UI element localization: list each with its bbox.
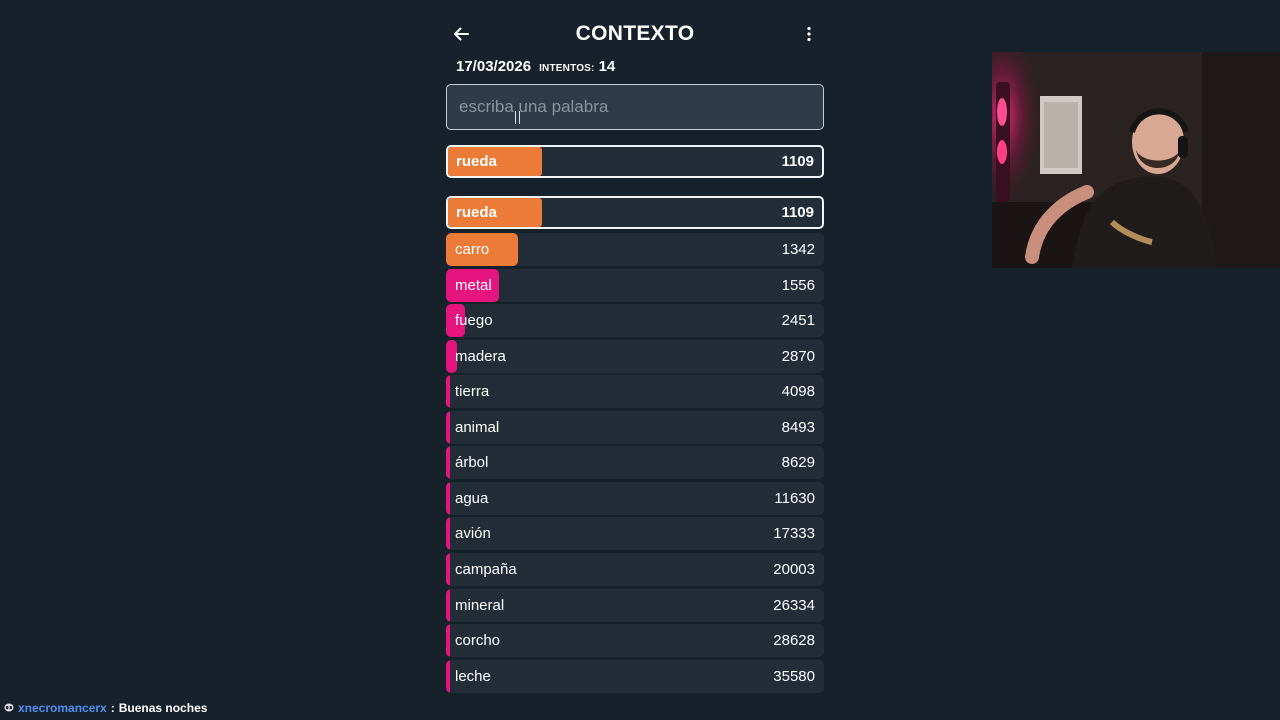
guess-row[interactable]: mineral 26334 <box>446 589 824 622</box>
proximity-bar <box>446 411 450 444</box>
guess-row[interactable]: corcho 28628 <box>446 624 824 657</box>
guess-rank: 8629 <box>781 454 815 471</box>
alien-badge-icon <box>4 703 14 712</box>
attempts-count: 14 <box>598 58 616 75</box>
kebab-menu-icon <box>807 26 811 42</box>
last-guess-rank: 1109 <box>781 153 814 170</box>
proximity-bar <box>446 553 450 586</box>
proximity-bar <box>446 660 450 693</box>
word-input[interactable] <box>446 84 824 130</box>
proximity-bar <box>446 589 450 622</box>
game-meta: 17/03/2026 INTENTOS: 14 <box>456 58 615 75</box>
guess-word: agua <box>455 490 489 507</box>
menu-button[interactable] <box>794 18 824 50</box>
guess-row[interactable]: animal 8493 <box>446 411 824 444</box>
guess-rank: 11630 <box>774 490 815 507</box>
last-guess-row[interactable]: rueda 1109 <box>446 145 824 178</box>
guess-word: leche <box>455 668 491 685</box>
guess-rank: 1342 <box>781 241 815 258</box>
guess-rank: 8493 <box>781 419 815 436</box>
proximity-bar <box>446 517 450 550</box>
guess-word: árbol <box>455 454 489 471</box>
attempts-label: INTENTOS: <box>539 63 595 74</box>
chat-separator: : <box>110 701 115 715</box>
webcam-feed <box>992 52 1280 268</box>
arrow-left-icon <box>454 27 469 41</box>
guess-row[interactable]: leche 35580 <box>446 660 824 693</box>
game-header: CONTEXTO <box>446 18 824 50</box>
proximity-bar <box>446 624 450 657</box>
game-date: 17/03/2026 <box>456 58 532 75</box>
guess-row[interactable]: árbol 8629 <box>446 446 824 479</box>
guess-rank: 2451 <box>781 312 815 329</box>
guess-word: madera <box>455 348 506 365</box>
guess-rank: 17333 <box>773 525 815 542</box>
guess-word: tierra <box>455 383 490 400</box>
guess-word: animal <box>455 419 500 436</box>
guess-word: mineral <box>455 597 505 614</box>
guess-word: fuego <box>455 312 493 329</box>
webcam-image <box>992 52 1280 268</box>
proximity-bar <box>446 482 450 515</box>
guess-rank: 2870 <box>781 348 815 365</box>
guess-row[interactable]: avión 17333 <box>446 517 824 550</box>
guess-word: rueda <box>456 204 497 221</box>
text-cursor-icon <box>515 111 520 124</box>
guess-row[interactable]: metal 1556 <box>446 269 824 302</box>
guess-row[interactable]: madera 2870 <box>446 340 824 373</box>
guess-word: campaña <box>455 561 517 578</box>
chat-message: xnecromancerx : Buenas noches <box>4 701 207 715</box>
guess-rank: 35580 <box>773 668 815 685</box>
guess-rank: 1556 <box>781 277 815 294</box>
guess-row[interactable]: rueda 1109 <box>446 196 824 229</box>
last-guess-word: rueda <box>456 153 497 170</box>
guess-rank: 1109 <box>781 204 814 221</box>
guess-row[interactable]: carro 1342 <box>446 233 824 266</box>
guess-word: corcho <box>455 632 501 649</box>
guess-word: carro <box>455 241 490 258</box>
chat-username: xnecromancerx <box>18 701 107 715</box>
guess-rank: 28628 <box>773 632 815 649</box>
proximity-bar <box>446 446 450 479</box>
guess-row[interactable]: fuego 2451 <box>446 304 824 337</box>
guess-row[interactable]: tierra 4098 <box>446 375 824 408</box>
stream-frame: CONTEXTO 17/03/2026 INTENTOS: 14 rueda 1… <box>0 0 1280 720</box>
guess-row[interactable]: agua 11630 <box>446 482 824 515</box>
back-button[interactable] <box>446 18 476 50</box>
guess-rank: 26334 <box>773 597 815 614</box>
guess-word: metal <box>455 277 492 294</box>
proximity-bar <box>446 375 450 408</box>
guess-word: avión <box>455 525 491 542</box>
chat-text: Buenas noches <box>118 701 208 715</box>
guess-rank: 20003 <box>773 561 815 578</box>
guess-rank: 4098 <box>781 383 815 400</box>
page-title: CONTEXTO <box>575 22 695 45</box>
guess-row[interactable]: campaña 20003 <box>446 553 824 586</box>
